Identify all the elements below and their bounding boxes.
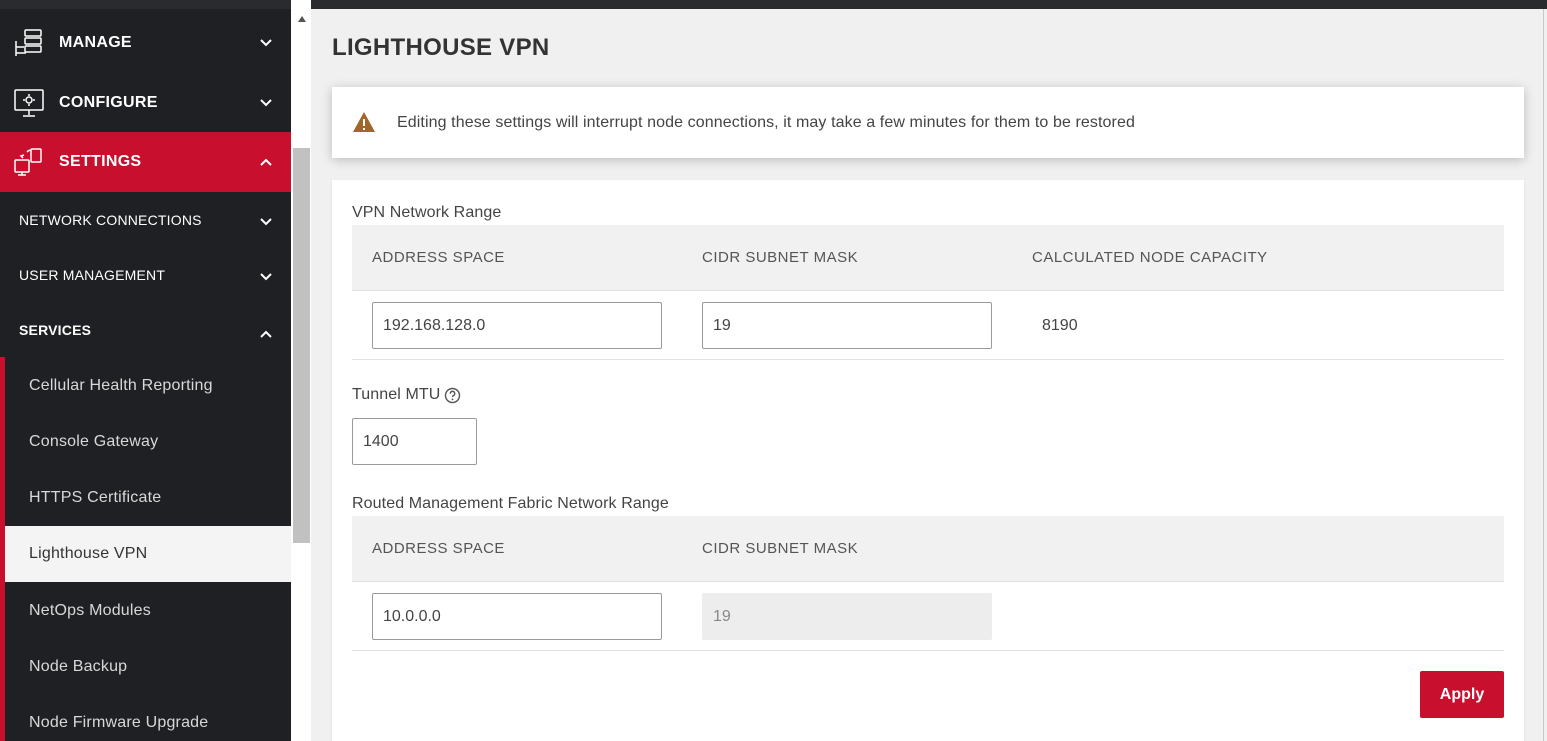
sidebar-item-https-certificate[interactable]: HTTPS Certificate [5, 470, 291, 526]
nav-settings[interactable]: SETTINGS [0, 132, 291, 192]
nav-configure[interactable]: CONFIGURE [0, 73, 291, 133]
sidebar-item-label: NetOps Modules [29, 602, 151, 619]
sidebar-item-console-gateway[interactable]: Console Gateway [5, 414, 291, 470]
nav-network-connections[interactable]: NETWORK CONNECTIONS [0, 192, 291, 247]
nav-manage-label: MANAGE [59, 34, 132, 51]
sidebar-item-label: HTTPS Certificate [29, 489, 162, 506]
chevron-up-icon [258, 326, 274, 342]
nav-settings-label: SETTINGS [59, 153, 142, 170]
col-address-space: ADDRESS SPACE [372, 249, 505, 266]
col-address-space: ADDRESS SPACE [372, 540, 505, 557]
sidebar: MANAGE CONFIGURE SETTINGS NETWORK CONNEC… [0, 0, 291, 741]
warning-banner: Editing these settings will interrupt no… [332, 87, 1524, 158]
sidebar-item-label: Console Gateway [29, 433, 159, 450]
sidebar-item-label: Cellular Health Reporting [29, 377, 213, 394]
fabric-address-space-input[interactable]: 10.0.0.0 [372, 593, 662, 640]
sidebar-item-label: Node Backup [29, 658, 128, 675]
top-header-strip [311, 0, 1547, 9]
scrollbar-thumb[interactable] [293, 148, 310, 543]
calculated-node-capacity-value: 8190 [1042, 317, 1078, 334]
fabric-network-range-title: Routed Management Fabric Network Range [352, 495, 669, 512]
sidebar-item-label: Lighthouse VPN [29, 545, 148, 562]
sidebar-item-lighthouse-vpn[interactable]: Lighthouse VPN [5, 526, 291, 582]
sidebar-item-node-firmware-upgrade[interactable]: Node Firmware Upgrade [5, 695, 291, 741]
fabric-range-table-header: ADDRESS SPACE CIDR SUBNET MASK [352, 516, 1504, 582]
fabric-cidr-subnet-mask-field: 19 [702, 593, 992, 640]
nav-user-management[interactable]: USER MANAGEMENT [0, 247, 291, 302]
sidebar-item-netops-modules[interactable]: NetOps Modules [5, 583, 291, 639]
row-divider [352, 650, 1504, 651]
nav-configure-label: CONFIGURE [59, 94, 158, 111]
chevron-down-icon [258, 95, 274, 111]
vpn-cidr-subnet-mask-input[interactable]: 19 [702, 302, 992, 349]
tunnel-mtu-input[interactable]: 1400 [352, 418, 477, 465]
row-divider [352, 359, 1504, 360]
chevron-down-icon [258, 269, 274, 285]
sidebar-item-node-backup[interactable]: Node Backup [5, 639, 291, 695]
nav-services-label: SERVICES [19, 321, 92, 338]
warning-text: Editing these settings will interrupt no… [397, 113, 1135, 131]
nav-network-connections-label: NETWORK CONNECTIONS [19, 211, 202, 228]
nav-user-management-label: USER MANAGEMENT [19, 266, 166, 283]
warning-triangle-icon [352, 111, 376, 133]
tunnel-mtu-label: Tunnel MTU [352, 386, 441, 403]
chevron-up-icon [258, 154, 274, 170]
page-title: LIGHTHOUSE VPN [332, 34, 550, 61]
col-calculated-node-capacity: CALCULATED NODE CAPACITY [1032, 249, 1268, 266]
col-cidr-subnet-mask: CIDR SUBNET MASK [702, 249, 859, 266]
chevron-down-icon [258, 214, 274, 230]
scroll-up-arrow-icon[interactable] [298, 16, 306, 22]
settings-sync-icon [13, 146, 45, 178]
col-cidr-subnet-mask: CIDR SUBNET MASK [702, 540, 859, 557]
sidebar-item-label: Node Firmware Upgrade [29, 714, 209, 731]
nav-services[interactable]: SERVICES [0, 302, 291, 357]
vpn-range-table-header: ADDRESS SPACE CIDR SUBNET MASK CALCULATE… [352, 225, 1504, 291]
nav-manage[interactable]: MANAGE [0, 13, 291, 73]
vpn-address-space-input[interactable]: 192.168.128.0 [372, 302, 662, 349]
sidebar-item-cellular-health-reporting[interactable]: Cellular Health Reporting [5, 358, 291, 414]
help-icon[interactable] [444, 387, 461, 404]
right-divider [1543, 9, 1544, 741]
vpn-network-range-title: VPN Network Range [352, 204, 502, 221]
server-stack-icon [13, 27, 45, 59]
monitor-gear-icon [13, 87, 45, 119]
chevron-down-icon [258, 35, 274, 51]
apply-button[interactable]: Apply [1420, 671, 1504, 718]
sidebar-top-strip [0, 0, 291, 9]
